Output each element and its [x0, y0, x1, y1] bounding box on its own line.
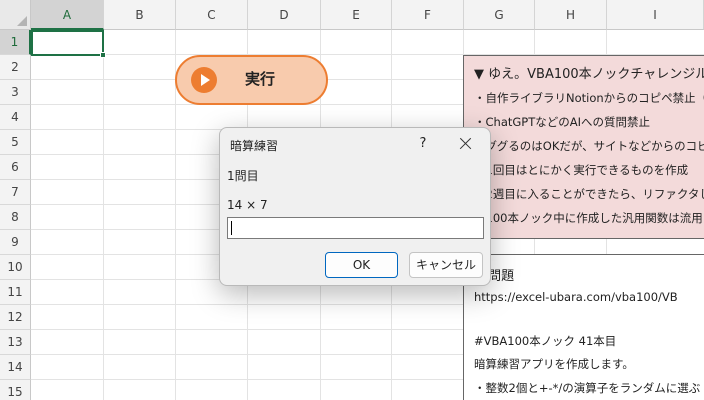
row-header-1[interactable]: 1: [0, 30, 31, 55]
close-icon[interactable]: [454, 132, 478, 156]
row-header-7[interactable]: 7: [0, 180, 31, 205]
column-header-b[interactable]: B: [104, 0, 176, 30]
row-header-3[interactable]: 3: [0, 80, 31, 105]
problem-line: #VBA100本ノック 41本目: [474, 334, 617, 348]
rules-text-box[interactable]: ▼ ゆえ。VBA100本ノックチャレンジルール ・自作ライブラリNotionから…: [463, 55, 704, 239]
dialog-prompt-expression: 14 × 7: [227, 198, 268, 212]
play-icon: [191, 67, 217, 93]
column-header-f[interactable]: F: [392, 0, 464, 30]
rules-title: ▼ ゆえ。VBA100本ノックチャレンジルール: [474, 67, 704, 82]
help-button[interactable]: ?: [413, 132, 433, 156]
row-header-11[interactable]: 11: [0, 280, 31, 305]
rule-line: ・ChatGPTなどのAIへの質問禁止: [474, 115, 651, 129]
row-header-13[interactable]: 13: [0, 330, 31, 355]
problem-text-box[interactable]: ▼ 問題 https://excel-ubara.com/vba100/VB #…: [463, 254, 704, 400]
answer-input[interactable]: [227, 217, 484, 239]
select-all-triangle-icon: [17, 16, 27, 26]
column-header-h[interactable]: H: [535, 0, 607, 30]
row-header-6[interactable]: 6: [0, 155, 31, 180]
rule-line: ・1回目はとにかく実行できるものを作成: [474, 163, 689, 177]
column-header-i[interactable]: I: [607, 0, 704, 30]
column-header-d[interactable]: D: [248, 0, 321, 30]
column-header-e[interactable]: E: [321, 0, 392, 30]
dialog-prompt-question-number: 1問目: [227, 169, 259, 183]
ok-button[interactable]: OK: [325, 252, 398, 278]
rule-line: ・2週目に入ることができたら、リファクタしてい: [474, 187, 704, 201]
run-button-label: 実行: [244, 70, 275, 88]
dialog-title: 暗算練習: [230, 139, 279, 153]
cancel-button[interactable]: キャンセル: [409, 252, 483, 278]
rule-line: ・自作ライブラリNotionからのコピペ禁止（関: [474, 91, 704, 105]
row-header-15[interactable]: 15: [0, 380, 31, 400]
row-header-4[interactable]: 4: [0, 105, 31, 130]
row-header-8[interactable]: 8: [0, 205, 31, 230]
rule-line: ・100本ノック中に作成した汎用関数は流用: [474, 211, 703, 225]
row-header-5[interactable]: 5: [0, 130, 31, 155]
text-caret: [231, 221, 232, 235]
problem-line: https://excel-ubara.com/vba100/VB: [474, 290, 678, 304]
input-dialog: 暗算練習 ? 1問目 14 × 7 OK キャンセル: [219, 127, 491, 286]
rule-line: ・ググるのはOKだが、サイトなどからのコピペ禁: [474, 139, 704, 153]
grid-column-line: [103, 30, 104, 400]
row-header-9[interactable]: 9: [0, 230, 31, 255]
row-header-2[interactable]: 2: [0, 55, 31, 80]
column-header-g[interactable]: G: [464, 0, 535, 30]
fill-handle[interactable]: [100, 52, 106, 58]
active-cell-a1[interactable]: [31, 30, 104, 56]
row-header-14[interactable]: 14: [0, 355, 31, 380]
column-header-c[interactable]: C: [176, 0, 248, 30]
row-header-12[interactable]: 12: [0, 305, 31, 330]
column-header-a[interactable]: A: [31, 0, 104, 30]
problem-line: ・整数2個と+-*/の演算子をランダムに選ぶ: [474, 381, 701, 395]
select-all-corner[interactable]: [0, 0, 31, 30]
run-button[interactable]: 実行: [175, 55, 328, 105]
row-header-10[interactable]: 10: [0, 255, 31, 280]
problem-line: 暗算練習アプリを作成します。: [474, 357, 634, 371]
